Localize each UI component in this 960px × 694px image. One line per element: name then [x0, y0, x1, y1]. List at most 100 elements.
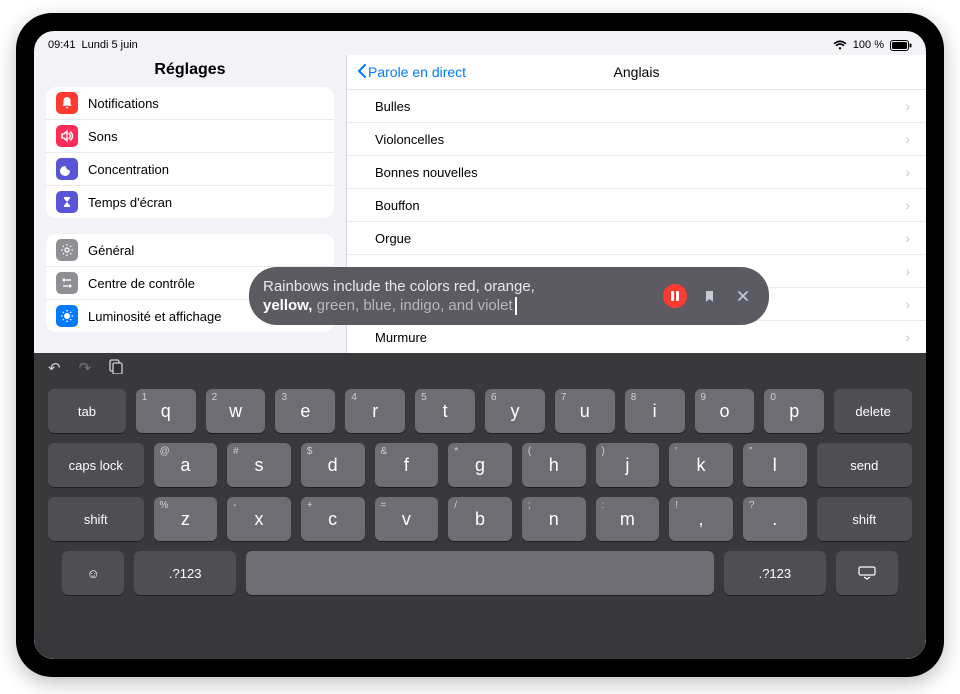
key-b[interactable]: b/ [448, 497, 512, 541]
current-word: yellow, [263, 297, 312, 314]
key-a[interactable]: a@ [154, 443, 218, 487]
numbers-key-left[interactable]: .?123 [134, 551, 235, 595]
key-hint: 9 [701, 392, 707, 403]
emoji-key[interactable]: ☺ [62, 551, 124, 595]
bookmark-button[interactable] [697, 284, 721, 308]
chevron-right-icon: › [905, 98, 910, 114]
chevron-right-icon: › [905, 131, 910, 147]
ipad-frame: 09:41 Lundi 5 juin 100 % Réglages [16, 13, 944, 677]
sidebar-item-notifications[interactable]: Notifications [46, 87, 334, 119]
text-cursor [515, 297, 517, 315]
key-hint: 3 [281, 392, 287, 403]
delete-key[interactable]: delete [834, 389, 912, 433]
dismiss-keyboard-key[interactable] [836, 551, 898, 595]
key-i[interactable]: i8 [625, 389, 685, 433]
key-m[interactable]: m: [596, 497, 660, 541]
shift-key-right[interactable]: shift [817, 497, 913, 541]
key-hint: 0 [770, 392, 776, 403]
sidebar-item-sons[interactable]: Sons [46, 119, 334, 152]
shift-key-left[interactable]: shift [48, 497, 144, 541]
key-p[interactable]: p0 [764, 389, 824, 433]
sidebar-item-temps-d-cran[interactable]: Temps d'écran [46, 185, 334, 218]
live-speech-text: Rainbows include the colors red, orange,… [263, 277, 653, 315]
key-q[interactable]: q1 [136, 389, 196, 433]
key-hint: 8 [631, 392, 637, 403]
key-c[interactable]: c+ [301, 497, 365, 541]
list-item[interactable]: Bonnes nouvelles› [347, 156, 926, 189]
chevron-right-icon: › [905, 164, 910, 180]
key-g[interactable]: g* [448, 443, 512, 487]
key-l[interactable]: l" [743, 443, 807, 487]
key-hint: ; [528, 500, 531, 511]
key-z[interactable]: z% [154, 497, 218, 541]
keyboard[interactable]: ↶ ↷ tab q1w2e3r4t5y6u7i8o9p0delete caps … [34, 353, 926, 659]
key-x[interactable]: x- [227, 497, 291, 541]
key-hint: 2 [212, 392, 218, 403]
key-hint: @ [160, 446, 170, 457]
nav-bar: Parole en direct Anglais [347, 55, 926, 90]
close-button[interactable] [731, 284, 755, 308]
capslock-key[interactable]: caps lock [48, 443, 144, 487]
list-item[interactable]: Violoncelles› [347, 123, 926, 156]
key-d[interactable]: d$ [301, 443, 365, 487]
numbers-key-right[interactable]: .?123 [724, 551, 825, 595]
list-item[interactable]: Bulles› [347, 90, 926, 123]
key-r[interactable]: r4 [345, 389, 405, 433]
key-.[interactable]: .? [743, 497, 807, 541]
status-time: 09:41 [48, 39, 76, 51]
tab-key[interactable]: tab [48, 389, 126, 433]
key-hint: = [381, 500, 387, 511]
back-label: Parole en direct [368, 64, 466, 80]
key-e[interactable]: e3 [275, 389, 335, 433]
key-s[interactable]: s# [227, 443, 291, 487]
key-u[interactable]: u7 [555, 389, 615, 433]
list-item[interactable]: Murmure › [347, 321, 926, 354]
status-bar: 09:41 Lundi 5 juin 100 % [34, 31, 926, 55]
chevron-right-icon: › [905, 230, 910, 246]
key-w[interactable]: w2 [206, 389, 266, 433]
send-key[interactable]: send [817, 443, 913, 487]
key-,[interactable]: ,! [669, 497, 733, 541]
key-hint: ) [602, 446, 605, 457]
key-f[interactable]: f& [375, 443, 439, 487]
redo-icon[interactable]: ↷ [79, 359, 92, 377]
sidebar-group: Notifications SonsConcentrationTemps d'éc… [46, 87, 334, 218]
list-item[interactable]: Bouffon› [347, 189, 926, 222]
list-item[interactable]: Orgue› [347, 222, 926, 255]
key-j[interactable]: j) [596, 443, 660, 487]
key-v[interactable]: v= [375, 497, 439, 541]
moon-icon [56, 158, 78, 180]
key-hint: # [233, 446, 239, 457]
sidebar-item-g-n-ral[interactable]: Général [46, 234, 334, 266]
screen: 09:41 Lundi 5 juin 100 % Réglages [34, 31, 926, 659]
sidebar-item-label: Général [88, 243, 134, 258]
space-key[interactable] [246, 551, 714, 595]
key-n[interactable]: n; [522, 497, 586, 541]
key-k[interactable]: k' [669, 443, 733, 487]
key-hint: : [602, 500, 605, 511]
key-hint: $ [307, 446, 313, 457]
key-h[interactable]: h( [522, 443, 586, 487]
bell-icon [56, 92, 78, 114]
key-hint: * [454, 446, 458, 457]
chevron-right-icon: › [905, 329, 910, 345]
sidebar-item-concentration[interactable]: Concentration [46, 152, 334, 185]
key-t[interactable]: t5 [415, 389, 475, 433]
live-speech-bar[interactable]: Rainbows include the colors red, orange,… [249, 267, 769, 325]
pause-button[interactable] [663, 284, 687, 308]
key-y[interactable]: y6 [485, 389, 545, 433]
undo-icon[interactable]: ↶ [48, 359, 61, 377]
sidebar-item-label: Notifications [88, 96, 159, 111]
gear-icon [56, 239, 78, 261]
chevron-right-icon: › [905, 263, 910, 279]
key-o[interactable]: o9 [695, 389, 755, 433]
key-hint: ? [749, 500, 755, 511]
key-hint: + [307, 500, 313, 511]
keyboard-toolbar: ↶ ↷ [34, 353, 926, 383]
status-battery: 100 % [853, 39, 884, 51]
clipboard-icon[interactable] [109, 359, 123, 378]
list-item-label: Murmure [375, 330, 427, 345]
key-hint: 1 [142, 392, 148, 403]
back-button[interactable]: Parole en direct [357, 64, 466, 81]
key-hint: ( [528, 446, 531, 457]
